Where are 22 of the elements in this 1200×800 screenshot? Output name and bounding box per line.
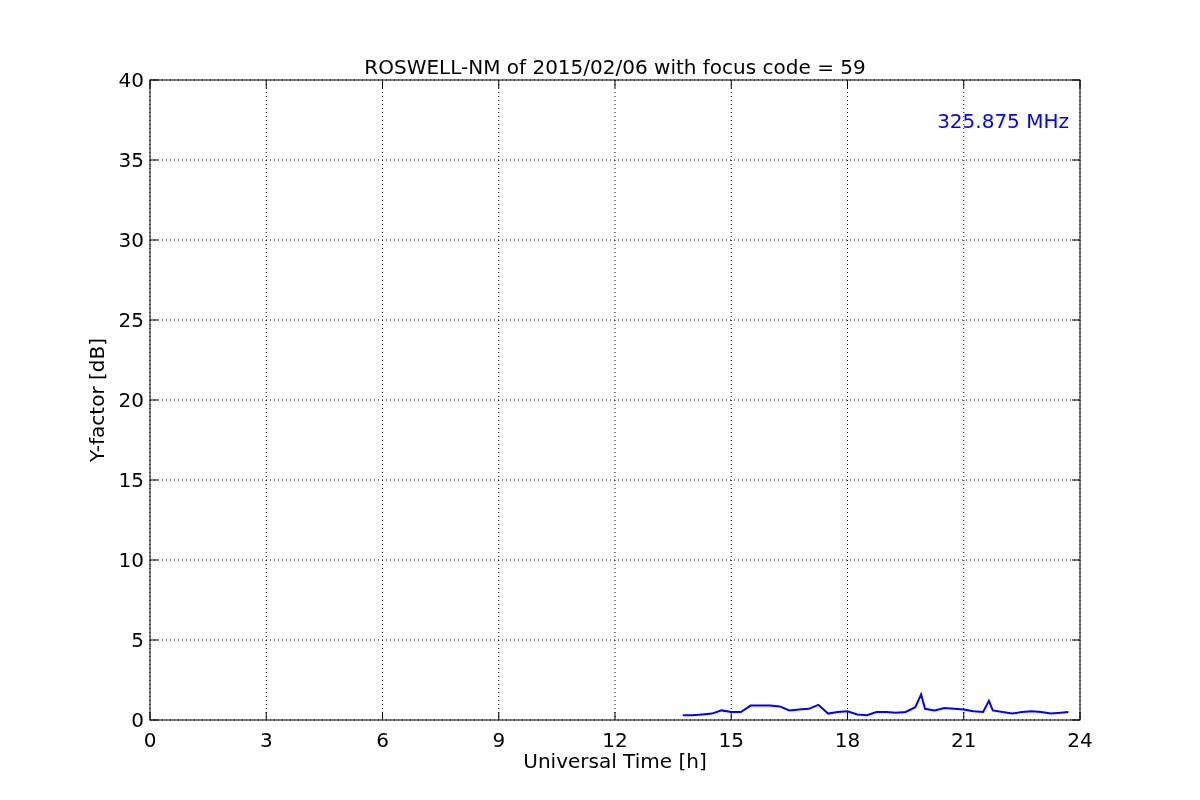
x-tick-label: 18 xyxy=(834,728,861,752)
x-tick-label: 12 xyxy=(602,728,628,752)
y-tick-label: 0 xyxy=(131,708,144,732)
y-tick-label: 30 xyxy=(118,228,144,252)
x-tick-label: 3 xyxy=(259,728,273,752)
x-axis-label: Universal Time [h] xyxy=(523,749,707,773)
y-tick-label: 15 xyxy=(118,468,144,492)
y-tick-label: 10 xyxy=(118,548,144,572)
y-tick-label: 20 xyxy=(118,388,144,412)
series-label: 325.875 MHz xyxy=(937,109,1069,133)
x-tick-label: 15 xyxy=(718,728,744,752)
y-tick-label: 35 xyxy=(118,148,144,172)
y-tick-label: 40 xyxy=(118,68,144,92)
x-tick-label: 9 xyxy=(492,728,506,752)
x-tick-label: 24 xyxy=(1067,728,1093,752)
x-tick-label: 0 xyxy=(143,728,157,752)
x-tick-label: 6 xyxy=(376,728,389,752)
y-tick-label: 25 xyxy=(118,308,144,332)
y-axis-label: Y-factor [dB] xyxy=(85,338,109,462)
x-tick-label: 21 xyxy=(951,728,977,752)
chart-title: ROSWELL-NM of 2015/02/06 with focus code = 59 xyxy=(364,55,866,79)
y-tick-label: 5 xyxy=(131,628,144,652)
